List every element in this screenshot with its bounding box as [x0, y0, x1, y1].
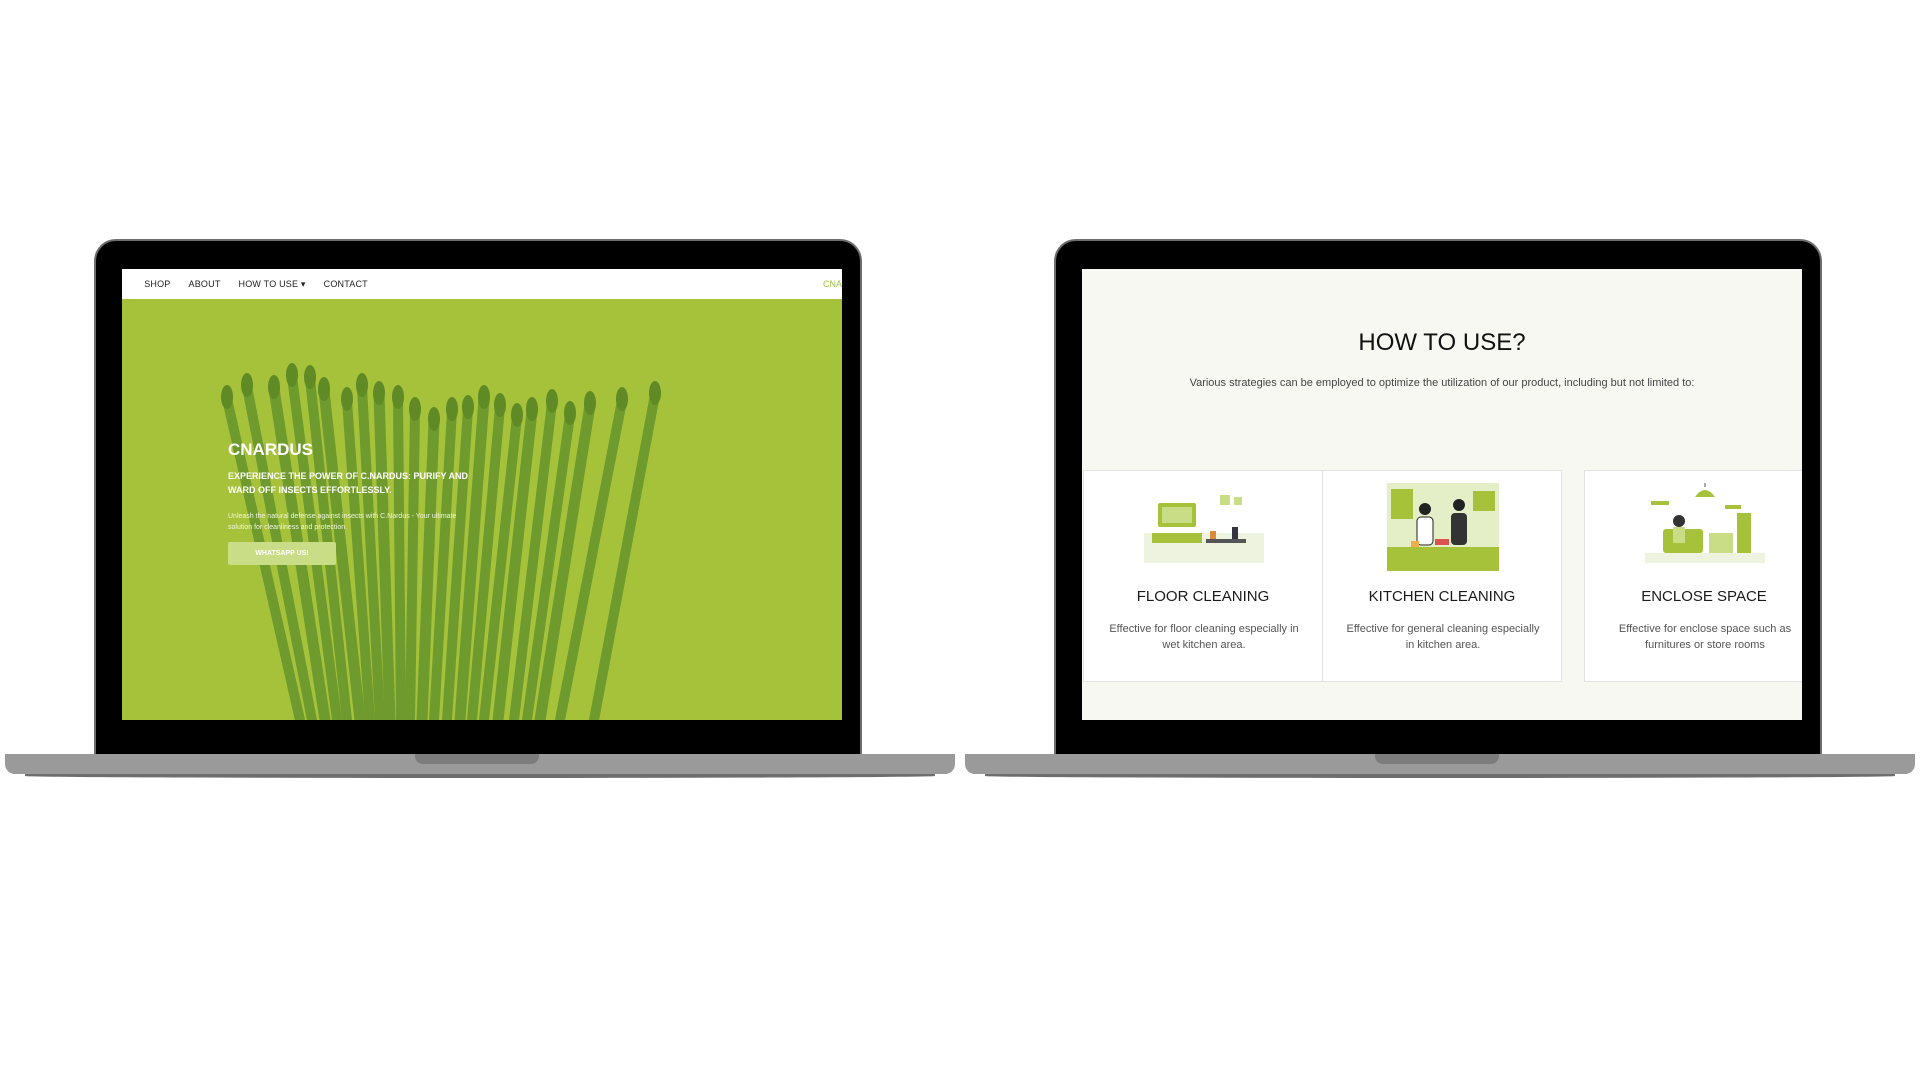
asparagus-image	[221, 363, 661, 720]
enclose-space-illustration	[1645, 483, 1765, 563]
hero-description: Unleash the natural defense against inse…	[228, 513, 457, 531]
laptop-base-shadow	[985, 774, 1895, 778]
card-kitchen-cleaning: KITCHEN CLEANING Effective for general c…	[1322, 470, 1562, 682]
laptop-screen: E SHOP ABOUT HOW TO USE ▾ CONTACT CNA	[122, 269, 842, 720]
card-text: Effective for general cleaning especiall…	[1346, 623, 1540, 651]
card-title: KITCHEN CLEANING	[1368, 588, 1516, 605]
card-floor-cleaning: FLOOR CLEANING Effective for floor clean…	[1083, 470, 1323, 682]
nav-item-how-to-use[interactable]: HOW TO USE ▾	[239, 279, 306, 290]
navbar: E SHOP ABOUT HOW TO USE ▾ CONTACT CNA	[122, 269, 842, 299]
card-text: Effective for floor cleaning especially …	[1109, 623, 1299, 651]
card-text: Effective for enclose space such as furn…	[1618, 623, 1792, 651]
hero-section: CNARDUS EXPERIENCE THE POWER OF C.NARDUS…	[122, 299, 842, 720]
kitchen-cleaning-illustration	[1387, 483, 1499, 571]
laptop-notch	[415, 754, 539, 764]
section-title: HOW TO USE?	[1358, 329, 1526, 356]
card-title: FLOOR CLEANING	[1136, 588, 1270, 605]
section-description: Various strategies can be employed to op…	[1189, 377, 1695, 389]
nav-item-contact[interactable]: CONTACT	[324, 279, 368, 289]
card-title: ENCLOSE SPACE	[1641, 588, 1767, 605]
laptop-left: E SHOP ABOUT HOW TO USE ▾ CONTACT CNA	[5, 239, 955, 781]
laptop-right: HOW TO USE? Various strategies can be em…	[965, 239, 1915, 781]
card-enclose-space: ENCLOSE SPACE Effective for enclose spac…	[1584, 470, 1802, 682]
how-to-use-section: HOW TO USE? Various strategies can be em…	[1082, 269, 1802, 720]
brand-logo-text[interactable]: CNA	[823, 279, 842, 289]
nav-item-about[interactable]: ABOUT	[189, 279, 221, 289]
laptop-base-shadow	[25, 774, 935, 778]
hero-title: CNARDUS	[228, 440, 313, 459]
nav-item-shop[interactable]: SHOP	[144, 279, 170, 289]
laptop-notch	[1375, 754, 1499, 764]
laptop-screen: HOW TO USE? Various strategies can be em…	[1082, 269, 1802, 720]
hero-subtitle: EXPERIENCE THE POWER OF C.NARDUS: PURIFY…	[228, 471, 469, 495]
whatsapp-button[interactable]: WHATSAPP US!	[228, 542, 336, 565]
floor-cleaning-illustration	[1144, 495, 1264, 563]
